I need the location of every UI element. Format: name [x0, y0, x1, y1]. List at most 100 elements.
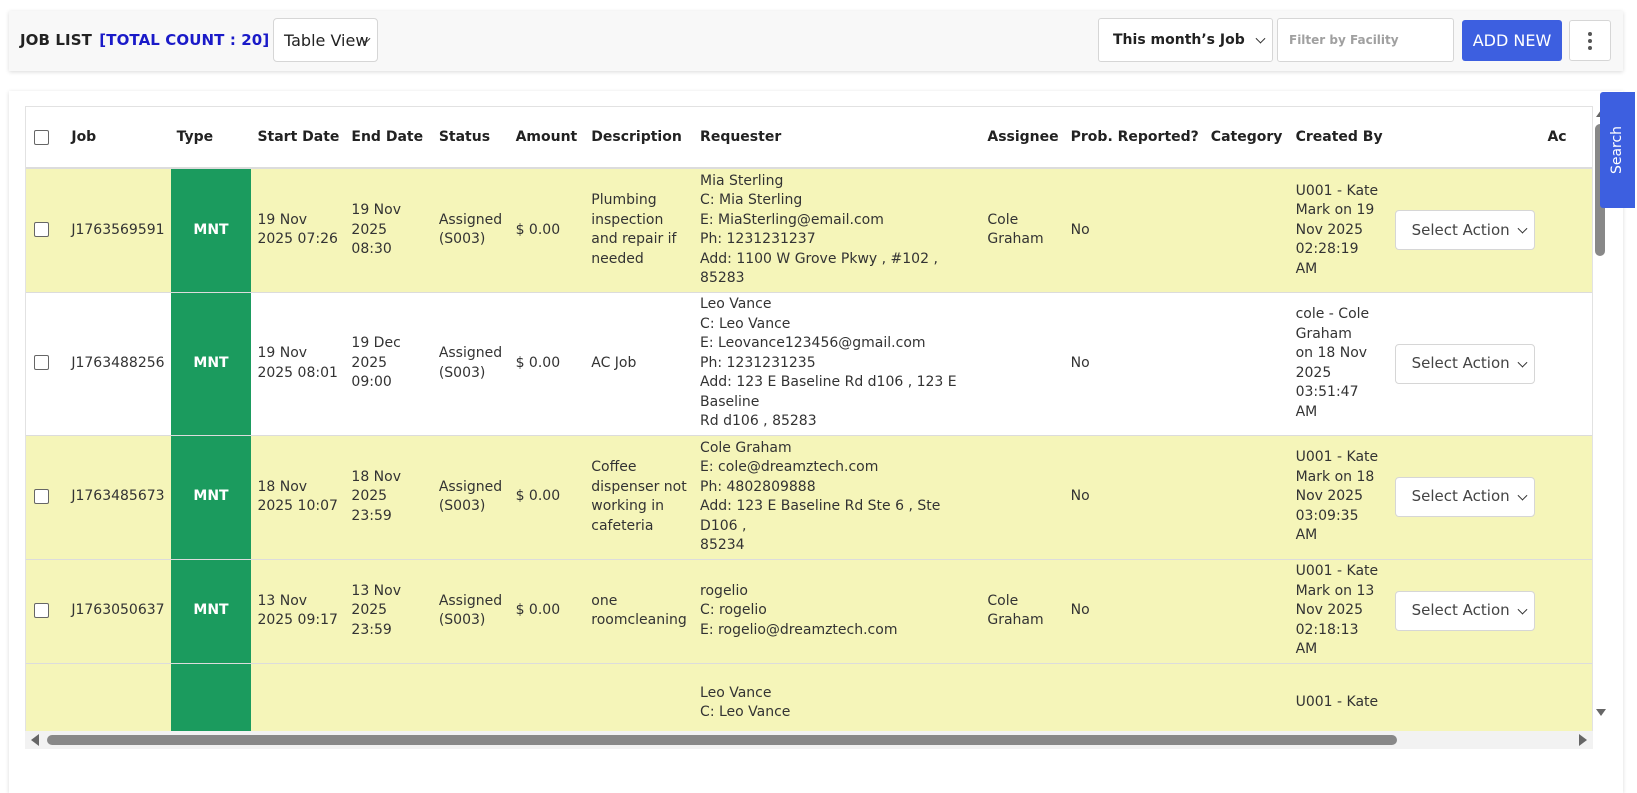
job-id-cell[interactable]: J1763050637 [65, 559, 171, 664]
created-by-line: Mark on 18 [1295, 468, 1375, 485]
requester-line: Add: 123 E Baseline Rd Ste 6 , Ste D106 … [700, 498, 941, 534]
end-date-cell: 18 Nov 2025 23:59 [345, 435, 433, 560]
start-date-line: 2025 07:26 [257, 231, 338, 248]
assignee-cell [981, 663, 1065, 731]
action-cell: Select Action [1388, 559, 1542, 664]
requester-line: 85234 [700, 537, 745, 553]
column-header[interactable]: Start Date [251, 107, 346, 169]
horizontal-scroll-thumb[interactable] [47, 735, 1397, 745]
start-date-line: 2025 09:17 [257, 612, 338, 628]
column-header[interactable]: Assignee [981, 107, 1065, 169]
select-action-dropdown[interactable]: Select Action [1394, 210, 1535, 251]
status-cell: Assigned (S003) [432, 292, 510, 436]
row-checkbox[interactable] [34, 602, 49, 618]
row-checkbox[interactable] [34, 355, 49, 371]
actions-cell[interactable] [1541, 435, 1592, 560]
requester-line: C: Leo Vance [700, 315, 791, 332]
description-line: AC Job [591, 354, 637, 371]
select-action-dropdown[interactable]: Select Action [1394, 343, 1535, 384]
chevron-down-icon [1517, 490, 1528, 501]
column-header[interactable]: Description [585, 107, 695, 169]
horizontal-scrollbar[interactable] [25, 731, 1593, 749]
column-header[interactable]: Job [65, 107, 171, 169]
requester-line: C: Mia Sterling [700, 192, 803, 209]
add-new-button[interactable]: ADD NEW [1462, 20, 1562, 61]
job-id-cell[interactable]: J1763485673 [65, 435, 171, 560]
requester-line: E: MiaSterling@email.com [700, 211, 884, 228]
search-side-tab[interactable]: Search [1600, 92, 1635, 208]
actions-cell[interactable] [1541, 559, 1592, 664]
start-date-cell: 18 Nov 2025 10:07 [251, 435, 346, 560]
row-select-cell [26, 292, 66, 436]
created-by-cell: cole - Cole Graham on 18 Nov 2025 03:51:47 A… [1289, 292, 1389, 436]
column-header[interactable]: End Date [345, 107, 433, 169]
view-mode-select[interactable]: Table View [273, 18, 378, 62]
dot-icon [1588, 38, 1592, 43]
created-by-line: Nov 2025 [1295, 221, 1363, 238]
end-date-line: 2025 08:30 [351, 221, 392, 258]
requester-line: C: Leo Vance [700, 704, 791, 720]
select-action-label: Select Action [1411, 220, 1510, 239]
column-header[interactable]: Type [170, 107, 252, 169]
table-row[interactable]: J1763050637 MNT 13 Nov 2025 09:17 13 Nov 2025… [26, 559, 1592, 664]
scroll-down-icon[interactable] [1596, 709, 1606, 716]
select-all-checkbox[interactable] [34, 129, 49, 145]
requester-line: Add: 1100 W Grove Pkwy , #102 , 85283 [700, 250, 938, 287]
select-action-dropdown[interactable]: Select Action [1394, 477, 1535, 517]
column-header[interactable]: Category [1204, 107, 1290, 169]
requester-cell: Leo Vance C: Leo Vance E: Leovance123456@g… [694, 292, 982, 436]
column-header[interactable]: Ac [1541, 107, 1592, 169]
column-header[interactable]: Amount [509, 107, 586, 169]
actions-cell[interactable] [1541, 168, 1592, 293]
created-by-cell: U001 - Kate Mark on 13 Nov 2025 02:18:13 AM [1289, 559, 1389, 664]
status-line: (S003) [438, 612, 486, 628]
created-by-cell: U001 - Kate Mark on 19 Nov 2025 02:28:19 AM [1289, 168, 1389, 293]
requester-line: Cole Graham [700, 439, 792, 456]
description-line: dispenser not [591, 478, 687, 495]
scroll-right-icon[interactable] [1579, 734, 1587, 746]
assignee-line: Cole [987, 211, 1019, 228]
action-cell: Select Action [1388, 168, 1542, 293]
facility-filter-input[interactable] [1277, 18, 1454, 62]
scroll-left-icon[interactable] [31, 734, 39, 746]
assignee-cell [981, 292, 1065, 436]
chevron-down-icon [1517, 604, 1528, 615]
dot-icon [1588, 31, 1592, 36]
start-date-line: 19 Nov [257, 345, 308, 361]
action-cell [1388, 663, 1542, 731]
row-select-cell [26, 663, 66, 731]
status-line: (S003) [438, 231, 486, 248]
column-header[interactable]: Created By [1289, 107, 1389, 169]
actions-cell[interactable] [1541, 292, 1592, 436]
table-row[interactable]: J1763485673 MNT 18 Nov 2025 10:07 18 Nov 2025… [26, 435, 1592, 560]
select-action-label: Select Action [1411, 487, 1510, 506]
row-checkbox[interactable] [34, 488, 49, 504]
job-id-cell[interactable]: J1763488256 [65, 292, 171, 436]
column-header[interactable]: Status [432, 107, 510, 169]
column-header[interactable]: Requester [694, 107, 982, 169]
amount-cell: $ 0.00 [509, 559, 586, 664]
table-row[interactable]: J1763488256 MNT 19 Nov 2025 08:01 19 Dec 2025… [26, 292, 1592, 436]
job-id-cell[interactable] [65, 663, 171, 731]
period-filter-select[interactable]: This month’s Job [1098, 18, 1273, 62]
requester-cell: Leo Vance C: Leo Vance [694, 663, 982, 731]
created-by-line: U001 - Kate [1295, 563, 1379, 580]
start-date-cell: 19 Nov 2025 07:26 [251, 168, 346, 293]
job-table: Job Type Start Date End Date Status Amou… [26, 107, 1592, 731]
start-date-line: 19 Nov [257, 211, 308, 228]
table-row[interactable]: J1763569591 MNT 19 Nov 2025 07:26 19 Nov 2025… [26, 168, 1592, 293]
table-row[interactable]: Leo Vance C: Leo Vance U001 - Kate [26, 663, 1592, 731]
select-action-dropdown[interactable]: Select Action [1394, 591, 1535, 631]
actions-cell[interactable] [1541, 663, 1592, 731]
view-mode-value: Table View [284, 30, 369, 50]
created-by-cell: U001 - Kate [1289, 663, 1389, 731]
job-id-cell[interactable]: J1763569591 [65, 168, 171, 293]
column-header[interactable]: Prob. Reported? [1064, 107, 1205, 169]
created-by-line: Graham [1295, 325, 1352, 342]
category-cell [1204, 663, 1290, 731]
more-options-button[interactable] [1569, 20, 1611, 61]
end-date-cell [345, 663, 433, 731]
row-checkbox[interactable] [34, 222, 49, 237]
status-cell [432, 663, 510, 731]
end-date-line: 2025 09:00 [351, 354, 392, 391]
